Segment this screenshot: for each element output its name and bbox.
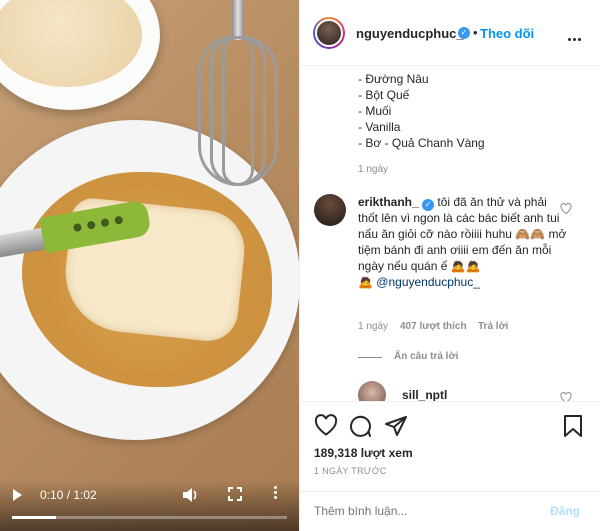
caption-line: - Muối: [358, 104, 392, 118]
video-bowl-graphic: [0, 0, 160, 110]
play-icon[interactable]: [13, 489, 22, 501]
video-progress-bar[interactable]: [12, 516, 287, 519]
post-time-ago[interactable]: 1 NGÀY TRƯỚC: [314, 466, 387, 476]
post-header: nguyenducphuc_ ✓ • Theo dõi: [300, 0, 600, 66]
reply-body: sill_nptl: [402, 387, 542, 401]
post-video[interactable]: 0:10 / 1:02: [0, 0, 299, 531]
comments-list[interactable]: - Đường Nâu - Bột Quế - Muối - Vanilla -…: [300, 67, 600, 401]
add-comment-input[interactable]: [314, 504, 534, 518]
verified-badge-icon: ✓: [458, 27, 470, 39]
view-count[interactable]: 189,318 lượt xem: [314, 446, 413, 460]
comment-mention-link[interactable]: @nguyenducphuc_: [376, 275, 480, 289]
instagram-post-modal: 0:10 / 1:02 nguyenducphuc_ ✓ • Theo dõi …: [0, 0, 600, 531]
video-more-options-icon[interactable]: [274, 486, 278, 502]
caption-line: - Bơ - Quả Chanh Vàng: [358, 136, 485, 150]
header-separator: •: [473, 25, 478, 40]
like-comment-heart-icon[interactable]: [560, 203, 572, 214]
like-heart-icon[interactable]: [314, 414, 338, 438]
caption-time[interactable]: 1 ngày: [358, 164, 388, 175]
hide-replies-button[interactable]: Ẩn câu trả lời: [394, 351, 458, 362]
comment-time[interactable]: 1 ngày: [358, 321, 388, 332]
mention-emoji: 🙇: [358, 275, 373, 289]
comment-body: erikthanh_ ✓ tôi đã ăn thử và phải thốt …: [358, 194, 568, 290]
reply-username[interactable]: sill_nptl: [402, 388, 447, 401]
reply-avatar[interactable]: [358, 381, 386, 401]
video-whisk-graphic: [232, 0, 244, 40]
caption-line: - Bột Quế: [358, 88, 410, 102]
share-paper-plane-icon[interactable]: [384, 414, 408, 438]
post-side-panel: nguyenducphuc_ ✓ • Theo dõi - Đường Nâu …: [299, 0, 600, 531]
add-comment-form: Đăng: [300, 491, 600, 531]
fullscreen-icon[interactable]: [228, 487, 242, 501]
comment-likes[interactable]: 407 lượt thích: [400, 321, 467, 332]
author-username[interactable]: nguyenducphuc_: [356, 26, 464, 41]
caption-line: - Vanilla: [358, 120, 401, 134]
post-comment-button[interactable]: Đăng: [550, 504, 580, 518]
post-actions: 189,318 lượt xem 1 NGÀY TRƯỚC Đăng: [300, 401, 600, 531]
commenter-avatar[interactable]: [314, 194, 346, 226]
video-time: 0:10 / 1:02: [40, 488, 97, 502]
reply-divider: [358, 357, 382, 358]
author-avatar[interactable]: [313, 17, 345, 49]
reply-button[interactable]: Trả lời: [478, 321, 508, 332]
volume-icon[interactable]: [182, 487, 200, 503]
like-reply-heart-icon[interactable]: [560, 392, 572, 401]
save-bookmark-icon[interactable]: [562, 414, 586, 438]
commenter-username[interactable]: erikthanh_: [358, 195, 419, 209]
video-progress-fill: [12, 516, 56, 519]
caption-line: - Đường Nâu: [358, 72, 429, 86]
comment-bubble-icon[interactable]: [348, 414, 372, 438]
verified-badge-icon: ✓: [422, 199, 435, 211]
more-options-icon[interactable]: [568, 28, 583, 46]
follow-button[interactable]: Theo dõi: [480, 26, 534, 41]
